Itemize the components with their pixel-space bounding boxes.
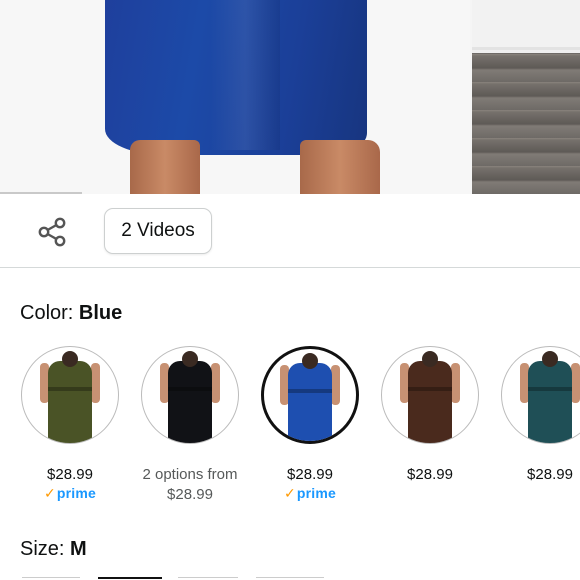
- wood-floor: [472, 53, 580, 194]
- wall: [472, 0, 580, 50]
- color-swatch-blue[interactable]: $28.99 ✓prime: [260, 346, 360, 502]
- swatch-image: [141, 346, 239, 444]
- swatch-figure: [160, 347, 220, 443]
- swatch-price: $28.99: [287, 466, 333, 483]
- swatch-figure: [40, 347, 100, 443]
- image-gallery[interactable]: [0, 0, 580, 194]
- swatch-image: [381, 346, 479, 444]
- selected-size-value: M: [70, 538, 87, 560]
- swatch-figure: [400, 347, 460, 443]
- swatch-price: 2 options from $28.99: [142, 466, 238, 503]
- main-product-image[interactable]: [0, 0, 470, 194]
- prime-badge: ✓prime: [283, 485, 337, 501]
- share-button[interactable]: [30, 211, 74, 253]
- swatch-price: $28.99: [47, 466, 93, 483]
- prime-check-icon: ✓: [43, 485, 56, 501]
- color-swatch-black[interactable]: 2 options from $28.99: [140, 346, 240, 505]
- color-label: Color: Blue: [20, 302, 122, 325]
- dress-fold: [210, 0, 280, 150]
- model-leg-left: [130, 140, 200, 194]
- action-row: 2 Videos: [0, 194, 580, 268]
- swatch-figure: [280, 349, 340, 441]
- color-swatch-olive[interactable]: $28.99 ✓prime: [20, 346, 120, 502]
- swatch-price: $28.99: [527, 466, 573, 483]
- size-label-prefix: Size:: [20, 538, 71, 560]
- model-leg-right: [300, 140, 380, 194]
- size-label: Size: M: [20, 538, 87, 561]
- selected-color-value: Blue: [78, 302, 123, 324]
- swatch-figure: [520, 347, 580, 443]
- videos-button[interactable]: 2 Videos: [104, 208, 212, 254]
- swatch-image: [21, 346, 119, 444]
- swatch-image: [261, 346, 359, 444]
- prime-check-icon: ✓: [283, 485, 296, 501]
- share-icon: [38, 217, 66, 247]
- prime-badge: ✓prime: [43, 485, 97, 501]
- color-swatch-teal[interactable]: $28.99: [500, 346, 580, 484]
- swatch-price: $28.99: [407, 466, 453, 483]
- next-product-image[interactable]: [472, 0, 580, 194]
- color-label-prefix: Color:: [20, 302, 79, 324]
- color-swatch-brown[interactable]: $28.99: [380, 346, 480, 484]
- swatch-image: [501, 346, 580, 444]
